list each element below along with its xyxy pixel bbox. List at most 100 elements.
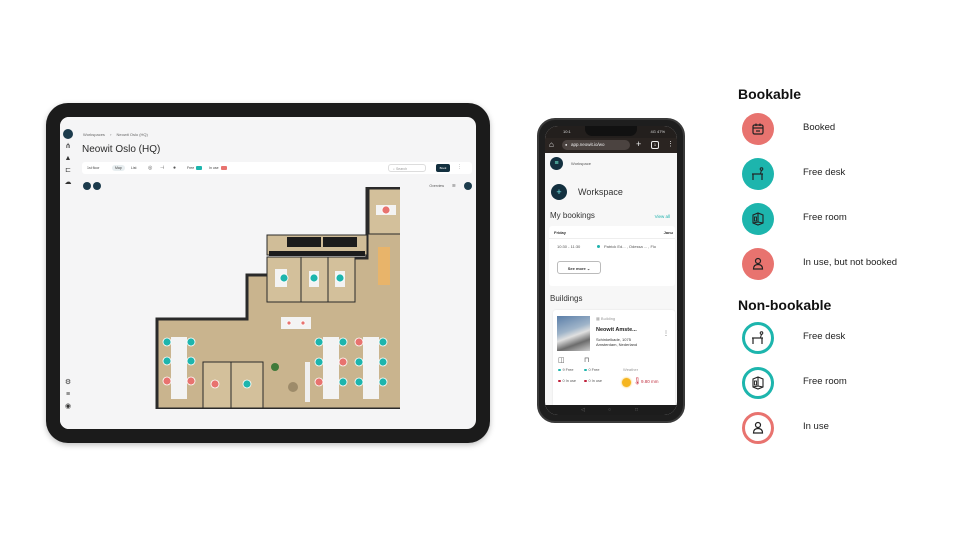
recents-icon[interactable]: □ [635,405,638,415]
person-icon [752,257,764,270]
breadcrumb-separator: › [110,132,112,137]
tablet-screen: ⋔ ▲ ⊏ ☁ ⚙ ≡ ◉ Workspaces › Neowit Oslo (… [60,117,476,429]
help-button[interactable] [464,182,472,190]
back-icon[interactable]: ◁ [581,405,585,415]
room-icon [752,376,764,390]
seat-marker-booked[interactable] [381,205,391,215]
more-options-icon[interactable]: ⋮ [457,164,462,170]
overview-toggle[interactable]: Overview [429,184,444,188]
seat-marker-free[interactable] [378,377,388,387]
stage: ⋔ ▲ ⊏ ☁ ⚙ ≡ ◉ Workspaces › Neowit Oslo (… [0,0,960,540]
desk-icon: ⊓ [584,357,590,364]
phone-screen: 10:1 4G 47% ⌂ ● app.neowit.io/wo + 1 ⋮ ≡… [545,126,677,415]
seat-marker-free[interactable] [354,377,364,387]
home-nav-icon[interactable]: ○ [608,405,611,415]
url-field[interactable]: ● app.neowit.io/wo [562,140,630,150]
seat-marker-free[interactable] [162,337,172,347]
seat-marker-free[interactable] [378,337,388,347]
cabinet [287,237,321,247]
zoom-in-button[interactable] [93,182,101,190]
seat-marker-booked[interactable] [210,379,220,389]
search-input[interactable]: ⌕ Search [388,164,426,172]
seat-marker-booked[interactable] [314,377,324,387]
seat-marker-free[interactable] [309,273,319,283]
seat-marker-booked[interactable] [286,320,292,326]
seat-marker-free[interactable] [314,337,324,347]
home-icon[interactable]: ⌂ [549,140,554,149]
desk-icon [752,167,764,180]
seat-marker-free[interactable] [242,379,252,389]
building-address: Schinkelkade, 1075 Amsterdam, Nederland [596,337,638,347]
menu-button[interactable]: ≡ [550,157,563,170]
legend-item: Booked [742,113,942,145]
user-icon[interactable]: ◉ [64,403,72,411]
booking-time: 10:30 - 11:30 [557,244,581,249]
view-all-link[interactable]: View all [655,214,670,219]
legend-label: In use, but not booked [803,257,898,268]
seat-marker-free[interactable] [354,357,364,367]
camera-notch [585,126,637,136]
seat-marker-booked[interactable] [186,376,196,386]
legend-item: Free room [742,367,942,399]
see-more-button[interactable]: See more ⌄ [557,261,601,274]
zoom-out-button[interactable] [83,182,91,190]
pin-filter-icon[interactable]: ● [173,165,176,171]
status-indicators: 4G 47% [650,129,665,134]
seat-marker-free[interactable] [314,357,324,367]
floorplan-map[interactable] [155,187,400,409]
seat-marker-free[interactable] [279,273,289,283]
page-heading: Workspace [578,187,623,197]
person-icon [752,421,764,434]
seat-marker-free[interactable] [162,356,172,366]
desk-cluster-mid [323,337,339,399]
building-photo [557,316,590,351]
calendar-icon [752,123,764,135]
seat-marker-booked[interactable] [338,357,348,367]
help-icon[interactable]: ≡ [64,391,72,399]
desk-cluster-left [171,337,187,399]
inuse-filter[interactable]: In use [206,165,230,171]
map-view-tab[interactable]: Map [112,165,125,171]
page-title: Neowit Oslo (HQ) [82,144,161,155]
tabs-icon[interactable]: 1 [651,141,659,149]
building-menu-icon[interactable]: ⋮ [663,330,669,337]
seat-marker-free[interactable] [186,337,196,347]
seat-marker-free[interactable] [338,337,348,347]
book-button[interactable]: Book [436,164,450,172]
desk-status-circle [742,158,774,190]
list-view-tab[interactable]: List [128,165,139,171]
settings-icon[interactable]: ⚙ [64,379,72,387]
side-rail: ⋔ ▲ ⊏ ☁ ⚙ ≡ ◉ [60,117,76,429]
buildings-heading: Buildings [550,294,583,303]
room-status-circle [742,367,774,399]
free-badge [196,166,203,171]
seat-marker-free[interactable] [335,273,345,283]
sun-icon [622,378,631,387]
seat-marker-booked[interactable] [162,376,172,386]
legend-label: Free desk [803,167,846,178]
booking-day: Friday [554,230,567,235]
desk-filter-icon[interactable]: ⊣ [160,165,164,171]
building-card[interactable]: ▦ Building Neowit Amste... Schinkelkade,… [553,310,675,410]
layers-icon[interactable]: ≋ [452,183,456,189]
desk-icon[interactable]: ⊏ [64,167,72,175]
building-icon[interactable]: ▲ [64,155,72,163]
lock-icon: ● [565,142,568,147]
network-icon[interactable]: ⋔ [64,143,72,151]
seat-marker-free[interactable] [186,356,196,366]
free-filter[interactable]: Free [184,165,205,171]
seat-marker-booked[interactable] [300,320,306,326]
breadcrumb-workspaces[interactable]: Workspaces [83,132,105,137]
floor-select[interactable]: 1st floor [84,165,102,171]
new-tab-icon[interactable]: + [636,139,641,149]
seat-marker-booked[interactable] [354,337,364,347]
room-filter-icon[interactable]: ◎ [148,165,152,171]
plant [271,363,279,371]
cloud-icon[interactable]: ☁ [64,179,72,187]
app-logo[interactable] [63,129,73,139]
browser-menu-icon[interactable]: ⋮ [667,140,674,148]
seat-marker-free[interactable] [338,377,348,387]
booking-row[interactable]: 10:30 - 11:30 Patrick Ed... , Odessa ...… [549,238,675,253]
add-button[interactable]: + [551,184,567,200]
seat-marker-free[interactable] [378,357,388,367]
